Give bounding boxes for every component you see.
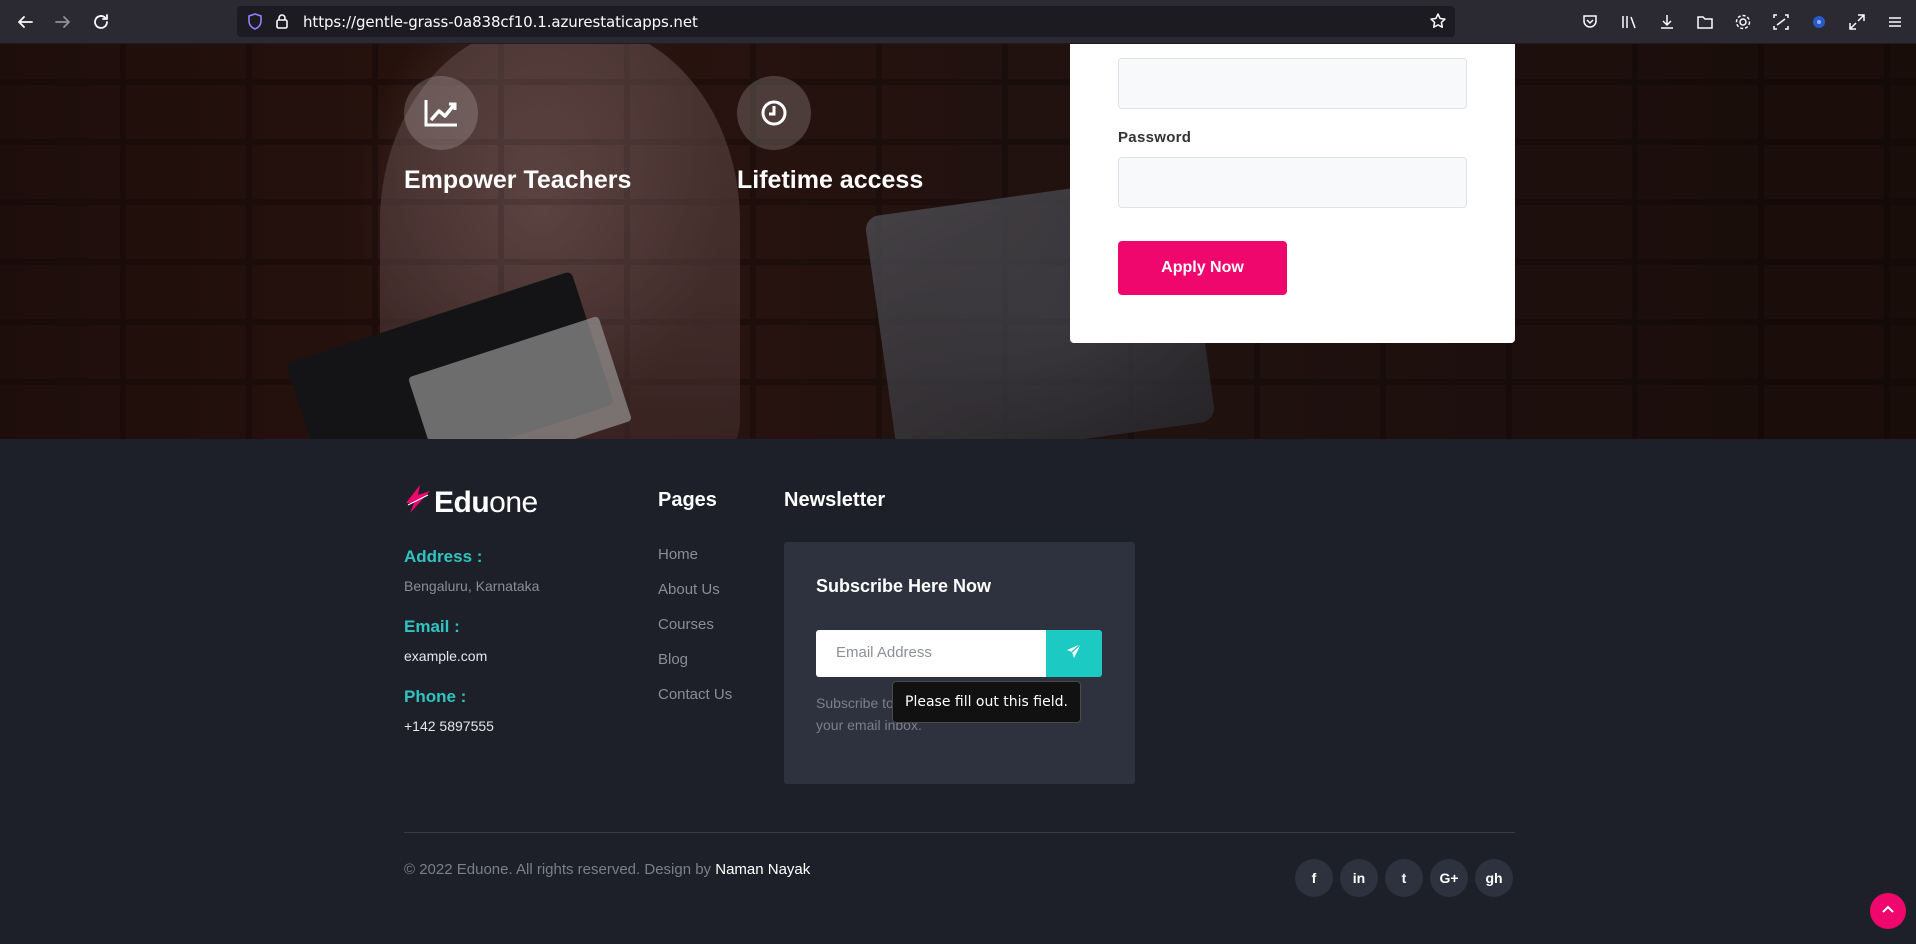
shield-icon[interactable]	[247, 13, 263, 35]
feature-empower-teachers: Empower Teachers	[404, 76, 631, 195]
library-icon[interactable]	[1618, 11, 1640, 33]
settings-icon[interactable]	[1732, 11, 1754, 33]
newsletter-box: Subscribe Here Now Email Address Subscri…	[784, 542, 1135, 784]
copyright-label: © 2022 Eduone. All rights reserved. Desi…	[404, 861, 716, 878]
brand-name: Eduone	[434, 486, 538, 520]
validation-tooltip: Please fill out this field.	[892, 681, 1081, 723]
folder-icon[interactable]	[1694, 11, 1716, 33]
password-label: Password	[1118, 129, 1192, 146]
newsletter-title: Newsletter	[784, 489, 886, 511]
email-label: Email :	[404, 617, 460, 636]
email-value[interactable]: example.com	[404, 648, 487, 664]
feature-title: Empower Teachers	[404, 166, 632, 194]
fullscreen-icon[interactable]	[1846, 11, 1868, 33]
feature-lifetime-access: Lifetime access	[737, 76, 923, 195]
screenshot-icon[interactable]	[1770, 11, 1792, 33]
apply-now-button[interactable]: Apply Now	[1118, 241, 1287, 295]
chart-line-icon	[404, 76, 478, 150]
bookmark-star-icon[interactable]	[1429, 12, 1447, 35]
feature-title: Lifetime access	[737, 166, 924, 194]
address-label: Address :	[404, 547, 483, 566]
hero-section: Empower Teachers Lifetime access Passwor…	[0, 44, 1916, 439]
downloads-icon[interactable]	[1656, 11, 1678, 33]
save-to-pocket-icon[interactable]	[1579, 11, 1601, 33]
footer-logo[interactable]: Eduone	[404, 483, 538, 522]
copyright-text: © 2022 Eduone. All rights reserved. Desi…	[404, 861, 810, 878]
footer-link-home[interactable]: Home	[658, 546, 698, 563]
paper-plane-icon	[1066, 643, 1082, 664]
facebook-icon[interactable]: f	[1295, 859, 1333, 897]
newsletter-email-input[interactable]: Email Address	[816, 630, 1046, 677]
footer-link-blog[interactable]: Blog	[658, 651, 688, 668]
extension-icon[interactable]	[1808, 11, 1830, 33]
graduation-cap-icon	[404, 483, 432, 522]
twitter-icon[interactable]: t	[1385, 859, 1423, 897]
reload-icon[interactable]	[89, 10, 113, 34]
subscribe-send-button[interactable]	[1046, 630, 1102, 677]
pages-title: Pages	[658, 489, 717, 511]
clock-icon	[737, 76, 811, 150]
linkedin-icon[interactable]: in	[1340, 859, 1378, 897]
email-placeholder: Email Address	[836, 644, 932, 661]
phone-value[interactable]: +142 5897555	[404, 718, 494, 734]
back-icon[interactable]	[13, 10, 37, 34]
brand-name-light: one	[489, 485, 538, 519]
lock-icon[interactable]	[275, 13, 289, 34]
menu-icon[interactable]	[1884, 11, 1906, 33]
address-bar[interactable]: https://gentle-grass-0a838cf10.1.azurest…	[237, 6, 1455, 37]
footer-link-about-us[interactable]: About Us	[658, 581, 720, 598]
apply-form-card: Password Apply Now	[1070, 44, 1515, 343]
chevron-up-icon	[1881, 902, 1895, 921]
address-value: Bengaluru, Karnataka	[404, 578, 540, 594]
google-plus-icon[interactable]: G+	[1430, 859, 1468, 897]
hero-overlay	[0, 44, 1916, 439]
subscribe-title: Subscribe Here Now	[816, 576, 992, 596]
url-text[interactable]: https://gentle-grass-0a838cf10.1.azurest…	[303, 13, 698, 31]
brand-name-bold: Edu	[434, 485, 490, 519]
phone-label: Phone :	[404, 687, 467, 706]
back-to-top-button[interactable]	[1870, 893, 1906, 929]
footer-link-courses[interactable]: Courses	[658, 616, 714, 633]
author-link[interactable]: Naman Nayak	[715, 861, 810, 878]
email-field[interactable]	[1118, 58, 1467, 109]
github-icon[interactable]: gh	[1475, 859, 1513, 897]
footer-link-contact-us[interactable]: Contact Us	[658, 686, 732, 703]
browser-toolbar: https://gentle-grass-0a838cf10.1.azurest…	[0, 0, 1916, 44]
forward-icon[interactable]	[51, 10, 75, 34]
footer-divider	[404, 832, 1515, 833]
password-field[interactable]	[1118, 157, 1467, 208]
